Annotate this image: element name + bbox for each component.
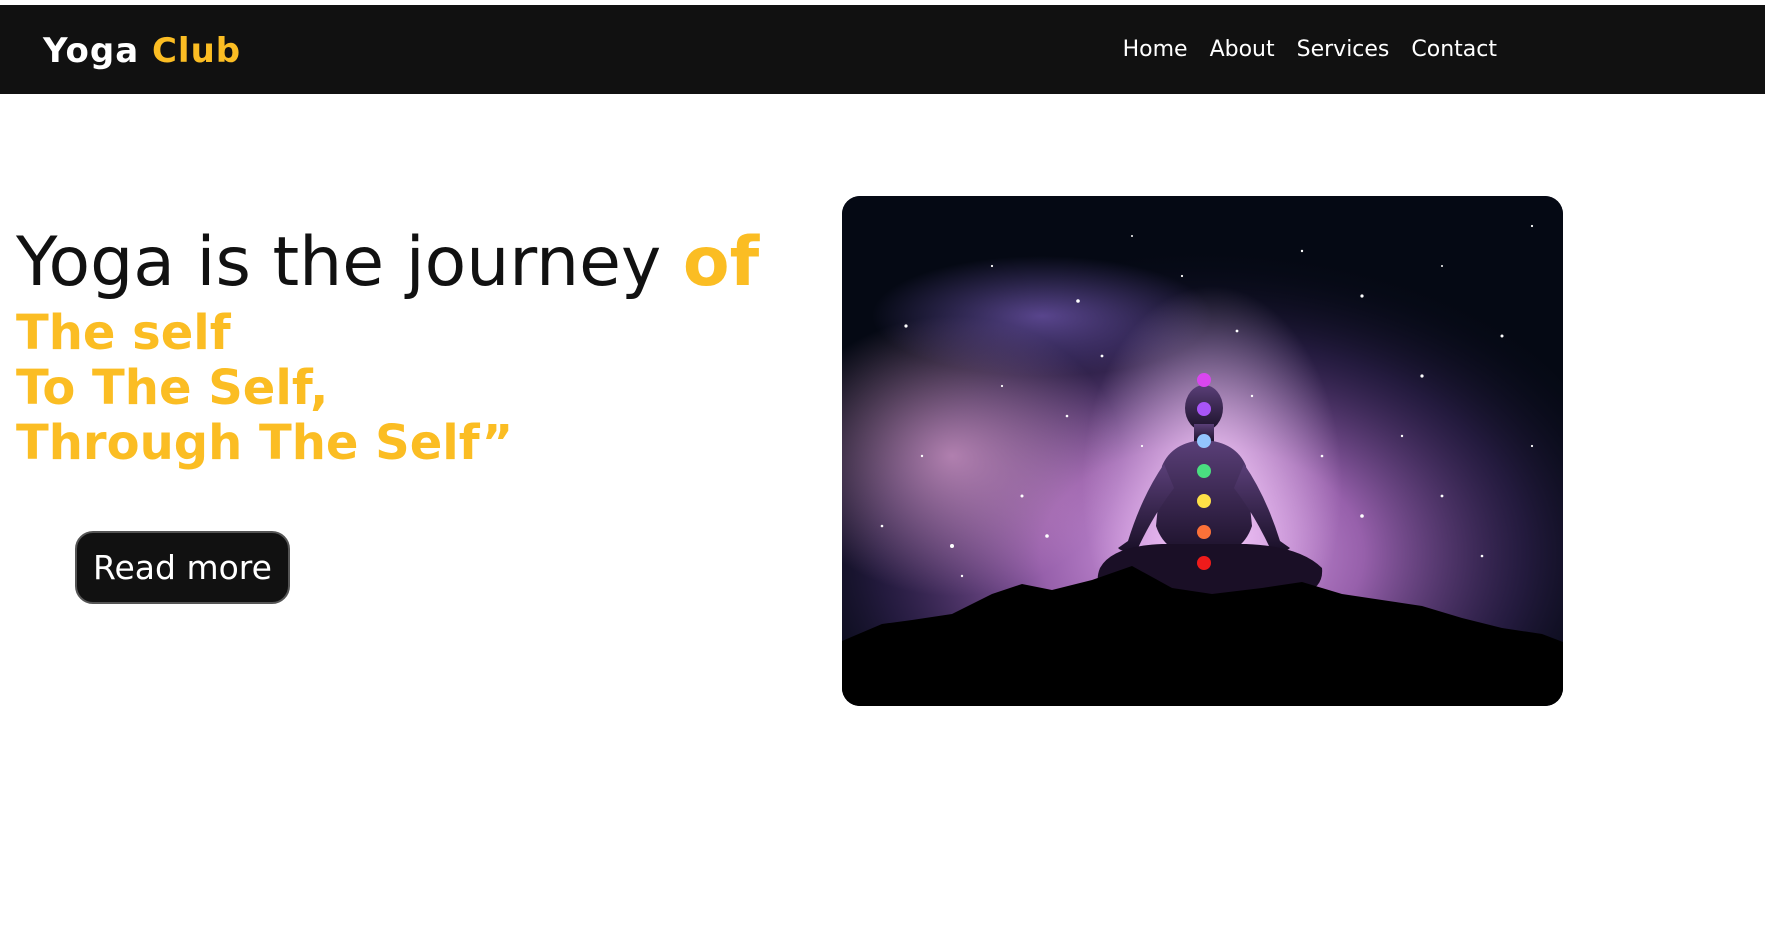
nav-home-link[interactable]: Home (1123, 37, 1188, 63)
top-navbar: Yoga Club Home About Services Contact (0, 5, 1765, 94)
quote-line-1: The self (16, 305, 231, 361)
main-nav: Home About Services Contact (1123, 37, 1497, 63)
meditation-illustration (842, 196, 1563, 706)
brand-logo[interactable]: Yoga Club (43, 31, 241, 71)
hero-headline: Yoga is the journey of (16, 220, 759, 306)
brand-name: Yoga (43, 31, 140, 71)
headline-accent: of (682, 223, 760, 302)
read-more-button[interactable]: Read more (75, 531, 290, 604)
quote-line-3: Through The Self” (16, 415, 514, 471)
nav-about-link[interactable]: About (1210, 37, 1275, 63)
nav-services-link[interactable]: Services (1297, 37, 1390, 63)
brand-accent: Club (151, 31, 242, 71)
hero-text: Yoga is the journey of The self To The S… (16, 220, 759, 471)
hero-image (842, 196, 1563, 706)
nav-contact-link[interactable]: Contact (1411, 37, 1497, 63)
headline-text: Yoga is the journey (16, 223, 662, 302)
quote-line-2: To The Self, (16, 360, 329, 416)
